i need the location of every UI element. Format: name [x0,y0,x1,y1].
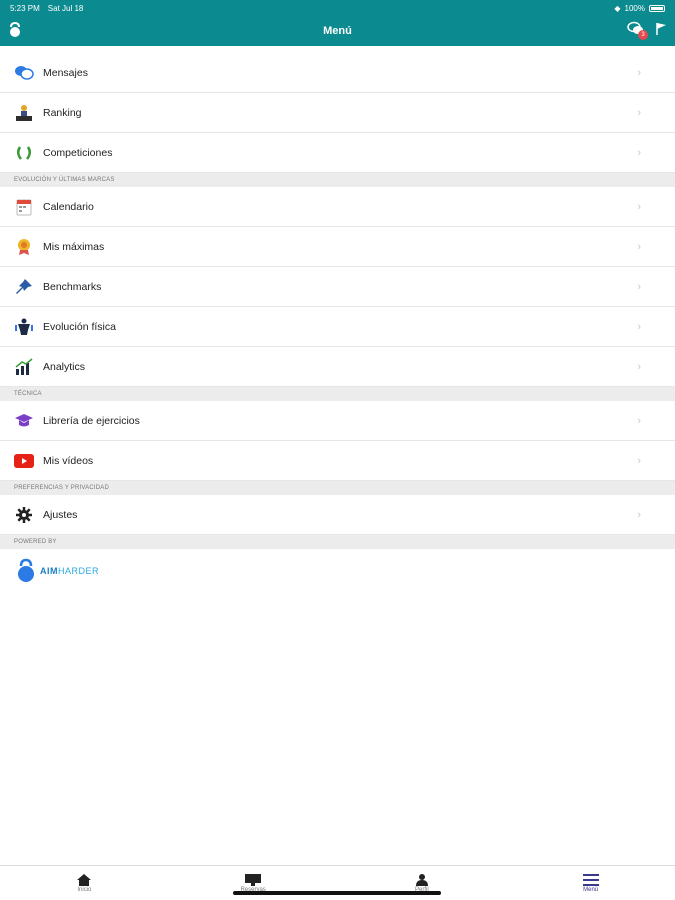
menu-item-label: Competiciones [43,146,113,159]
kettlebell-icon[interactable] [8,22,22,38]
podium-icon [14,103,34,123]
flag-icon[interactable] [655,22,667,36]
youtube-icon [14,451,34,471]
chevron-right-icon: › [637,360,641,373]
message-badge: 3 [638,30,648,40]
menu-item-mensajes[interactable]: Mensajes › [0,53,675,93]
menu-item-label: Mis máximas [43,240,105,253]
menu-item-benchmarks[interactable]: Benchmarks › [0,267,675,307]
menu-item-evolucion-fisica[interactable]: Evolución física › [0,307,675,347]
menu-item-label: Mis vídeos [43,454,94,467]
menu-item-calendario[interactable]: Calendario › [0,187,675,227]
person-icon [415,873,428,886]
tab-bar: Inicio Reservas Perfil Menú [0,865,675,900]
home-icon [77,873,92,886]
section-header-tecnica: TÉCNICA [0,387,675,401]
calendar-icon [14,197,34,217]
menu-item-competiciones[interactable]: Competiciones › [0,133,675,173]
chevron-right-icon: › [637,66,641,79]
status-time: 5:23 PM [10,3,40,13]
chevron-right-icon: › [637,146,641,159]
tab-inicio[interactable]: Inicio [0,866,169,900]
chevron-right-icon: › [637,240,641,253]
board-icon [245,873,262,886]
messages-button[interactable]: 3 [627,21,648,40]
menu-item-label: Calendario [43,200,94,213]
medal-icon [14,237,34,257]
status-date: Sat Jul 18 [47,3,84,13]
hamburger-icon [582,873,599,886]
menu-item-mis-maximas[interactable]: Mis máximas › [0,227,675,267]
battery-percent: 100% [624,3,645,13]
chat-icon [14,63,34,83]
chart-icon [14,357,34,377]
menu-item-label: Ajustes [43,508,78,521]
menu-item-libreria[interactable]: Librería de ejercicios › [0,401,675,441]
menu-item-ajustes[interactable]: Ajustes › [0,495,675,535]
chevron-right-icon: › [637,106,641,119]
menu-item-ranking[interactable]: Ranking › [0,93,675,133]
battery-icon [649,4,665,12]
chevron-right-icon: › [637,508,641,521]
tab-menu[interactable]: Menú [506,866,675,900]
menu-list: Mensajes › Ranking › Competiciones › EVO… [0,53,675,593]
wifi-icon: ◆ [614,3,621,13]
chevron-right-icon: › [637,200,641,213]
pin-icon [14,277,34,297]
menu-item-label: Analytics [43,360,86,373]
section-header-evolucion: EVOLUCIÓN Y ÚLTIMAS MARCAS [0,173,675,187]
status-bar: 5:23 PM Sat Jul 18 ◆ 100% [0,0,675,16]
kettlebell-logo-icon [18,558,34,582]
aimharder-logo: AIMHARDER [0,549,675,593]
menu-item-analytics[interactable]: Analytics › [0,347,675,387]
chevron-right-icon: › [637,280,641,293]
chevron-right-icon: › [637,414,641,427]
body-icon [14,317,34,337]
chevron-right-icon: › [637,454,641,467]
menu-item-label: Benchmarks [43,280,102,293]
menu-item-label: Evolución física [43,320,116,333]
page-title: Menú [323,25,352,37]
chevron-right-icon: › [637,320,641,333]
graduation-cap-icon [14,411,34,431]
menu-item-label: Ranking [43,106,82,119]
section-header-preferencias: PREFERENCIAS Y PRIVACIDAD [0,481,675,495]
menu-item-mis-videos[interactable]: Mis vídeos › [0,441,675,481]
menu-item-label: Mensajes [43,66,88,79]
nav-bar: Menú 3 [0,16,675,46]
gear-icon [14,505,34,525]
brand-name: AIMHARDER [40,566,100,576]
laurel-icon [14,143,34,163]
menu-item-label: Librería de ejercicios [43,414,140,427]
home-indicator [233,891,441,895]
section-header-powered-by: POWERED BY [0,535,675,549]
